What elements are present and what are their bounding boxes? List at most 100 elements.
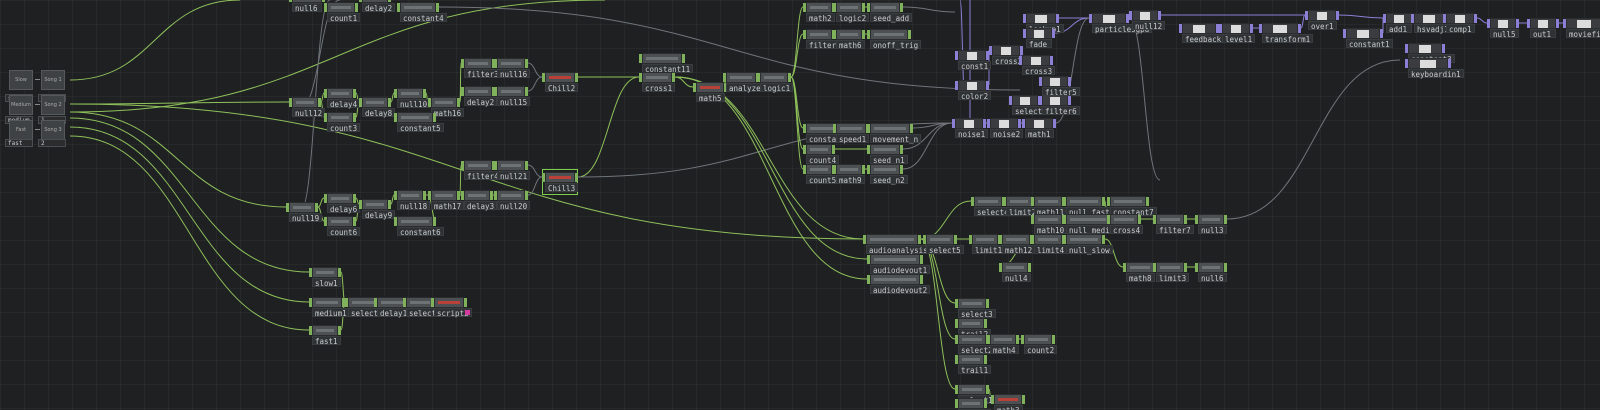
node-count2[interactable]: count2 — [1021, 334, 1058, 355]
node-hsvadj1[interactable]: hsvadj1 — [1411, 13, 1452, 34]
node-seed-n1[interactable]: seed_n1 — [867, 144, 908, 165]
output-port[interactable] — [457, 191, 460, 200]
node-noise1[interactable]: noise1 — [952, 118, 989, 139]
output-port[interactable] — [1146, 197, 1149, 206]
output-port[interactable] — [983, 119, 986, 128]
output-port[interactable] — [388, 98, 391, 107]
node-constant1[interactable]: constant1 — [1343, 28, 1393, 49]
output-port[interactable] — [575, 173, 578, 182]
node-filter6[interactable]: filter6 — [1039, 95, 1080, 116]
node-count3[interactable]: count3 — [324, 112, 361, 133]
node-constant5[interactable]: constant5 — [394, 112, 444, 133]
node-fast1[interactable]: fast1 — [309, 325, 341, 346]
node-trail1[interactable]: trail1 — [955, 354, 992, 375]
node-seed-n2[interactable]: seed_n2 — [867, 164, 908, 185]
output-port[interactable] — [315, 203, 318, 212]
node-select3[interactable]: select3 — [955, 298, 996, 319]
output-port[interactable] — [1056, 14, 1059, 23]
output-port[interactable] — [1068, 96, 1071, 105]
output-port[interactable] — [1336, 11, 1339, 20]
node-color2[interactable]: color2 — [955, 80, 992, 101]
output-port[interactable] — [1068, 77, 1071, 86]
node-select5[interactable]: select5 — [923, 234, 964, 255]
output-port[interactable] — [984, 399, 987, 408]
node-cross4[interactable]: cross4 — [1107, 214, 1144, 235]
song-button-1[interactable]: Song 1 — [41, 70, 65, 90]
node-level1[interactable]: level1 — [1219, 23, 1256, 44]
field-value-fast[interactable]: 2 — [38, 139, 66, 147]
output-port[interactable] — [986, 385, 989, 394]
node-math8[interactable]: math8 — [1123, 262, 1157, 283]
output-port[interactable] — [353, 194, 356, 203]
node-logic1[interactable]: logic1 — [757, 72, 794, 93]
tempo-button-medium[interactable]: Medium — [9, 95, 33, 115]
node-comp1[interactable]: comp1 — [1443, 13, 1477, 34]
node-delay9[interactable]: delay9 — [359, 199, 396, 220]
output-port[interactable] — [1184, 215, 1187, 224]
node-noise2[interactable]: noise2 — [987, 118, 1024, 139]
output-port[interactable] — [353, 113, 356, 122]
node-add1[interactable]: add1 — [1383, 13, 1415, 34]
node-delay3[interactable]: delay3 — [461, 190, 498, 211]
node-limit1[interactable]: limit1 — [969, 234, 1006, 255]
node-limit4[interactable]: limit4 — [1031, 234, 1068, 255]
output-port[interactable] — [338, 326, 341, 335]
output-port[interactable] — [1016, 335, 1019, 344]
output-port[interactable] — [1250, 24, 1253, 33]
output-port[interactable] — [1516, 19, 1519, 28]
node-count4[interactable]: count4 — [803, 144, 840, 165]
node-medium1[interactable]: medium1 — [309, 297, 350, 318]
output-port[interactable] — [353, 89, 356, 98]
node-analyze1[interactable]: analyze1 — [723, 72, 769, 93]
output-port[interactable] — [1138, 215, 1141, 224]
node-feedback1[interactable]: feedback1 — [1179, 23, 1229, 44]
node-filter3[interactable]: filter3 — [461, 58, 502, 79]
node-constant11[interactable]: constant11 — [639, 53, 694, 74]
node-trail3[interactable]: trail3 — [955, 398, 992, 410]
node-math11[interactable]: math11 — [1031, 196, 1068, 217]
output-port[interactable] — [986, 299, 989, 308]
node-filter1[interactable]: filter1 — [803, 29, 844, 50]
node-null15[interactable]: null15 — [494, 86, 531, 107]
output-port[interactable] — [423, 89, 426, 98]
node-null4[interactable]: null4 — [999, 262, 1031, 283]
node-slow1[interactable]: slow1 — [309, 267, 341, 288]
node-cross2[interactable]: cross2 — [989, 45, 1026, 66]
output-port[interactable] — [338, 268, 341, 277]
output-port[interactable] — [322, 0, 325, 2]
output-port[interactable] — [1224, 215, 1227, 224]
output-port[interactable] — [1053, 119, 1056, 128]
node-math2[interactable]: math2 — [803, 2, 835, 23]
node-null21[interactable]: null21 — [494, 160, 531, 181]
node-cross3[interactable]: cross3 — [1019, 55, 1056, 76]
output-port[interactable] — [788, 73, 791, 82]
node-null5[interactable]: null5 — [1487, 18, 1519, 39]
node-moviefilein[interactable]: moviefilein — [1563, 18, 1600, 39]
output-port[interactable] — [908, 30, 911, 39]
output-port[interactable] — [900, 3, 903, 12]
node-null12[interactable]: null12 — [289, 97, 326, 118]
node-const1[interactable]: const1 — [955, 50, 992, 71]
node-null16[interactable]: null16 — [494, 58, 531, 79]
node-constant4[interactable]: constant4 — [397, 2, 447, 23]
node-filter7[interactable]: filter7 — [1153, 214, 1194, 235]
output-port[interactable] — [1102, 197, 1105, 206]
output-port[interactable] — [832, 145, 835, 154]
output-port[interactable] — [910, 124, 913, 133]
node-null3[interactable]: null3 — [1195, 214, 1227, 235]
output-port[interactable] — [575, 73, 578, 82]
node-select9[interactable]: select9 — [403, 297, 444, 318]
node-delay6[interactable]: delay6 — [324, 193, 361, 214]
output-port[interactable] — [1298, 24, 1301, 33]
node-constant6[interactable]: constant6 — [394, 216, 444, 237]
node-math17[interactable]: math17 — [428, 190, 465, 211]
output-port[interactable] — [464, 298, 467, 307]
output-port[interactable] — [862, 165, 865, 174]
node-chill3[interactable]: Chill3 — [542, 169, 579, 195]
tempo-button-slow[interactable]: Slow — [9, 70, 33, 90]
output-port[interactable] — [433, 113, 436, 122]
node-onoff-trig[interactable]: onoff_trig — [867, 29, 922, 50]
node-out1[interactable]: out1 — [1527, 18, 1559, 39]
node-limit2[interactable]: limit2 — [1003, 196, 1040, 217]
output-port[interactable] — [1102, 235, 1105, 244]
